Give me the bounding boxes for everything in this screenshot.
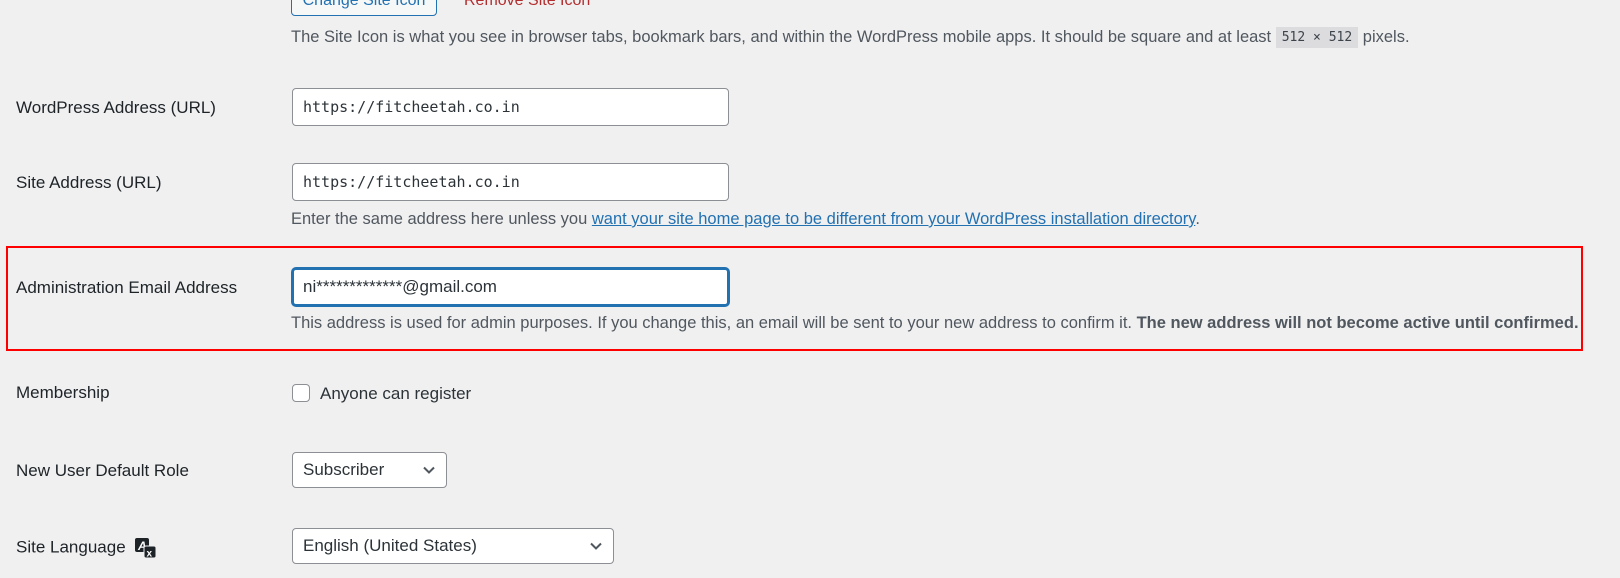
admin-email-label: Administration Email Address (16, 278, 238, 297)
change-site-icon-button[interactable]: Change Site Icon (291, 0, 437, 16)
default-role-selected: Subscriber (303, 460, 385, 479)
translation-icon: A x (135, 538, 157, 560)
site-language-select[interactable]: English (United States) (292, 528, 614, 564)
svg-text:x: x (147, 549, 153, 560)
remove-site-icon-link[interactable]: Remove Site Icon (464, 0, 590, 10)
admin-email-input[interactable] (292, 268, 729, 306)
site-icon-description: The Site Icon is what you see in browser… (291, 27, 1410, 48)
wordpress-address-input[interactable] (292, 88, 729, 126)
site-language-selected: English (United States) (303, 536, 477, 555)
admin-email-description-bold: The new address will not become active u… (1136, 314, 1579, 332)
site-icon-description-suffix: pixels. (1362, 27, 1410, 46)
site-language-label: Site Language A x (16, 537, 158, 559)
admin-email-description: This address is used for admin purposes.… (291, 314, 1579, 333)
default-role-select[interactable]: Subscriber (292, 452, 447, 488)
chevron-down-icon (590, 542, 602, 550)
site-icon-description-text: The Site Icon is what you see in browser… (291, 27, 1272, 46)
admin-email-description-text: This address is used for admin purposes.… (291, 314, 1132, 332)
membership-label: Membership (16, 383, 110, 402)
highlight-annotation-box (6, 246, 1583, 351)
site-address-description-text: Enter the same address here unless you (291, 210, 588, 228)
default-role-label: New User Default Role (16, 461, 189, 480)
site-address-label: Site Address (URL) (16, 173, 162, 192)
anyone-can-register-label[interactable]: Anyone can register (320, 384, 471, 404)
anyone-can-register-checkbox[interactable] (292, 384, 310, 402)
site-language-label-text: Site Language (16, 537, 126, 557)
site-address-description: Enter the same address here unless you w… (291, 210, 1200, 229)
site-icon-size-code: 512 × 512 (1275, 27, 1359, 48)
site-address-input[interactable] (292, 163, 729, 201)
site-address-help-link[interactable]: want your site home page to be different… (592, 210, 1195, 228)
site-address-description-period: . (1195, 210, 1200, 228)
chevron-down-icon (423, 466, 435, 474)
wordpress-address-label: WordPress Address (URL) (16, 98, 216, 117)
